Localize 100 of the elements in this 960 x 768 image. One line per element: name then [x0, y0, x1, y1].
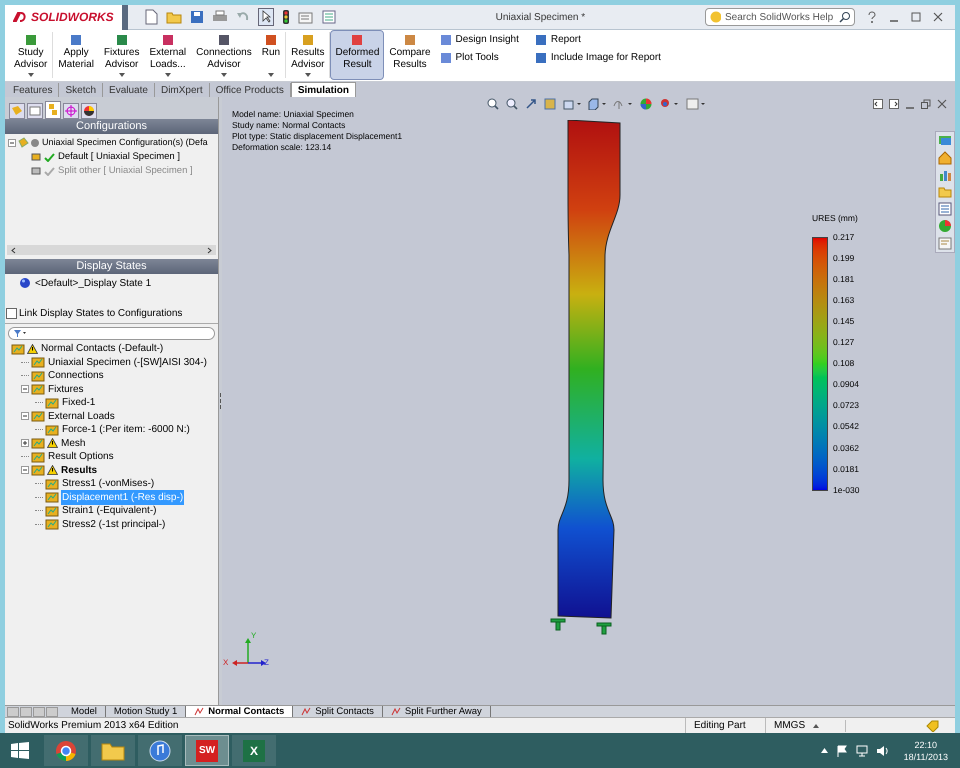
traffic-light-icon[interactable] — [282, 9, 290, 25]
ribbon-button[interactable]: Deformed Result — [330, 30, 384, 80]
speaker-icon[interactable] — [876, 744, 888, 756]
checkbox[interactable] — [6, 308, 17, 318]
taskbar-button[interactable]: SW — [185, 735, 229, 766]
network-icon[interactable] — [856, 744, 868, 756]
tree-item[interactable]: Strain1 (-Equivalent-) — [61, 503, 158, 518]
tree-item[interactable]: External Loads — [47, 408, 116, 424]
expand-icon[interactable] — [21, 439, 29, 448]
taskbar-button[interactable] — [44, 735, 88, 766]
windows-start-icon[interactable] — [10, 740, 30, 760]
taskbar-button[interactable] — [138, 735, 182, 766]
taskbar-button[interactable]: X — [232, 735, 276, 766]
collapse-icon[interactable] — [21, 466, 29, 474]
zoom-fit-icon[interactable] — [487, 98, 499, 110]
ribbon-button[interactable]: Fixtures Advisor — [98, 30, 144, 80]
tile-right-icon[interactable] — [889, 99, 899, 109]
tree-item[interactable]: Connections — [47, 368, 105, 384]
previous-view-icon[interactable] — [525, 98, 537, 110]
legend-label: 0.0542 — [833, 422, 860, 432]
tree-item[interactable]: Normal Contacts (-Default-) — [40, 341, 164, 356]
ribbon-button[interactable]: External Loads... — [144, 30, 192, 80]
clock[interactable]: 22:10 18/11/2013 — [904, 738, 948, 762]
maximize-icon[interactable] — [911, 12, 921, 22]
chat-bubble-icon[interactable] — [938, 134, 952, 148]
options-icon[interactable] — [298, 10, 314, 24]
study-tab[interactable]: Normal Contacts — [186, 706, 294, 718]
section-view-icon[interactable] — [544, 98, 556, 110]
tree-node-icon — [31, 383, 45, 396]
close-icon[interactable] — [937, 99, 947, 109]
view-palette-icon[interactable] — [938, 202, 952, 216]
crosshair-tab-icon[interactable] — [63, 103, 79, 119]
ribbon-button[interactable]: Results Advisor — [286, 30, 330, 80]
legend-label: 0.127 — [833, 338, 856, 348]
select-pointer-icon[interactable] — [258, 8, 274, 26]
appearance-tab-icon[interactable] — [81, 103, 97, 119]
tree-item[interactable]: Stress2 (-1st principal-) — [61, 516, 166, 532]
ribbon-button[interactable]: Plot Tools — [440, 50, 519, 65]
view-orientation-icon[interactable] — [563, 98, 581, 110]
tree-item[interactable]: Results — [60, 462, 98, 478]
ribbon-button[interactable]: Report — [534, 32, 661, 47]
hide-show-icon[interactable] — [613, 98, 633, 110]
tree-item[interactable]: Fixtures — [47, 382, 85, 397]
home-icon[interactable] — [938, 151, 952, 165]
help-icon[interactable] — [867, 11, 877, 23]
scroll-left-icon[interactable] — [11, 246, 16, 254]
flag-icon[interactable] — [836, 744, 848, 756]
view-settings-icon[interactable] — [686, 98, 706, 110]
tool-icon — [440, 34, 452, 46]
command-tab[interactable]: Simulation — [290, 82, 356, 97]
tree-item[interactable]: Fixed-1 — [61, 395, 96, 410]
configuration-item[interactable]: Default [ Uniaxial Specimen ] — [58, 150, 180, 164]
tree-item[interactable]: Result Options — [47, 449, 115, 464]
taskbar-button[interactable] — [91, 735, 135, 766]
filter-field[interactable] — [8, 327, 215, 340]
scene-icon[interactable] — [659, 98, 679, 110]
list-icon[interactable] — [322, 10, 336, 24]
new-document-icon[interactable] — [144, 9, 158, 25]
caret-up-icon — [813, 724, 820, 728]
caret-down-icon — [28, 73, 34, 77]
restore-icon[interactable] — [921, 99, 931, 109]
search-field[interactable]: Search SolidWorks Help — [705, 8, 855, 26]
save-icon[interactable] — [190, 10, 204, 24]
close-icon[interactable] — [933, 12, 943, 22]
ribbon-button[interactable]: Run — [256, 30, 286, 80]
ribbon-button[interactable]: Study Advisor — [9, 30, 52, 80]
plot-info-text: Study name: Normal Contacts — [232, 120, 346, 131]
panel-splitter-handle[interactable] — [219, 392, 222, 410]
open-folder-icon[interactable] — [166, 10, 182, 24]
library-icon[interactable] — [938, 168, 952, 182]
appearance-icon[interactable] — [640, 98, 652, 110]
print-icon[interactable] — [212, 10, 228, 24]
ribbon-button[interactable]: Design Insight — [440, 32, 519, 47]
appearance-icon[interactable] — [938, 219, 952, 233]
tree-item[interactable]: Force-1 (:Per item: -6000 N:) — [61, 422, 191, 438]
music-note-icon — [149, 740, 171, 762]
display-style-icon[interactable] — [588, 98, 606, 110]
zoom-area-icon[interactable] — [506, 98, 518, 110]
tree-item[interactable]: Stress1 (-vonMises-) — [61, 476, 156, 492]
caret-up-icon[interactable] — [820, 748, 828, 753]
properties-icon[interactable] — [938, 236, 952, 250]
tree-node-icon — [31, 450, 45, 463]
ribbon-button[interactable]: Connections Advisor — [191, 30, 257, 80]
tree-item[interactable]: Uniaxial Specimen (-[SW]AISI 304-) — [47, 354, 208, 370]
property-manager-tab-icon[interactable] — [27, 103, 43, 119]
tile-left-icon[interactable] — [873, 99, 883, 109]
collapse-icon[interactable] — [21, 385, 29, 394]
tool-icon — [216, 33, 231, 47]
configuration-manager-tab-icon[interactable] — [45, 101, 61, 119]
display-state-item[interactable]: <Default>_Display State 1 — [35, 276, 152, 290]
scroll-right-icon[interactable] — [207, 246, 212, 254]
tree-item[interactable]: Uniaxial Specimen Configuration(s) (Defa — [42, 136, 208, 150]
feature-manager-tab-icon[interactable] — [9, 103, 25, 119]
horizontal-scrollbar[interactable] — [7, 245, 216, 255]
collapse-icon[interactable] — [21, 412, 29, 420]
ribbon-button[interactable]: Include Image for Report — [534, 50, 661, 65]
collapse-icon[interactable] — [8, 139, 16, 147]
ribbon-button[interactable]: Compare Results — [384, 30, 436, 80]
tree-item[interactable]: Mesh — [60, 436, 86, 451]
ribbon-button[interactable]: Apply Material — [53, 30, 99, 80]
